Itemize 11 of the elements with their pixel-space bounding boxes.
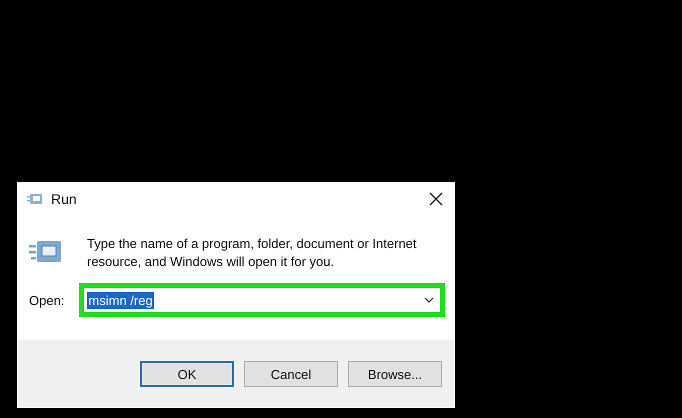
open-label: Open: [29, 292, 64, 308]
close-icon[interactable] [429, 192, 443, 206]
instruction-text: Type the name of a program, folder, document or Internet resource, and Windows will open it for you. [87, 235, 418, 271]
run-icon [27, 192, 43, 204]
window-title: Run [51, 190, 78, 206]
dialog-button[interactable]: Browse... [348, 361, 442, 387]
open-combo-field[interactable]: msimn /reg [79, 283, 445, 317]
dropdown-caret-icon[interactable] [424, 297, 434, 303]
run-icon [29, 239, 63, 265]
dialog-button[interactable]: Cancel [244, 361, 338, 387]
dialog-button[interactable]: OK [140, 361, 234, 387]
